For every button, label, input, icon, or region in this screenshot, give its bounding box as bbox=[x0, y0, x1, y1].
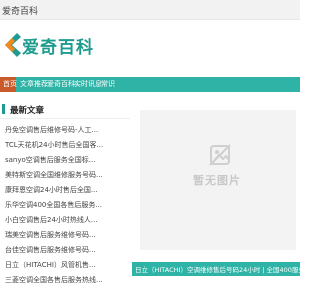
article-link[interactable]: 小白空调售后24小时热线人... bbox=[5, 215, 127, 225]
article-link[interactable]: 日立（HITACHI）风管机售... bbox=[5, 260, 127, 270]
no-image-icon bbox=[209, 144, 231, 166]
article-link[interactable]: 乐华空调400全国各售后服务... bbox=[5, 200, 127, 210]
article-link[interactable]: 瑞美空调售后服务维修号码... bbox=[5, 230, 127, 240]
article-link[interactable]: 康拜恩空调24小时售后全国... bbox=[5, 185, 127, 195]
nav-item-home[interactable]: 首页 bbox=[0, 77, 17, 92]
article-link[interactable]: 丹免空调售后维修号码-人工... bbox=[5, 125, 127, 135]
nav-item-knowledge[interactable]: 常识 bbox=[101, 77, 121, 92]
panel-divider bbox=[0, 118, 130, 119]
panel-title-accent bbox=[2, 104, 5, 114]
no-image-text: 暂无图片 bbox=[193, 174, 241, 187]
logo-text[interactable]: 爱奇百科 bbox=[22, 33, 94, 58]
logo-chevron-icon[interactable] bbox=[3, 32, 21, 58]
article-link[interactable]: sanyo空调售后服务全国标... bbox=[5, 155, 127, 165]
featured-headline-bar[interactable]: 日立（HITACHI）空调维修售后号码24小时 | 全国400服务点实时反馈-今… bbox=[132, 262, 300, 276]
top-bar: 爱奇百科 bbox=[0, 0, 300, 20]
article-link[interactable]: 三菱空调全国各售后服务热线... bbox=[5, 275, 127, 285]
top-site-name[interactable]: 爱奇百科 bbox=[2, 4, 38, 17]
main-nav: 首页 文章推荐 爱奇百科 实时讯息 常识 bbox=[0, 77, 300, 92]
featured-headline[interactable]: 日立（HITACHI）空调维修售后号码24小时 | 全国400服务点实时反馈-今… bbox=[135, 264, 300, 274]
article-link[interactable]: 台佳空调售后服务维修号码... bbox=[5, 245, 127, 255]
article-link[interactable]: TCL天花机24小时售后全国客... bbox=[5, 140, 127, 150]
latest-articles-title: 最新文章 bbox=[10, 106, 45, 116]
article-link[interactable]: 美特斯空调全国维修服务号码... bbox=[5, 170, 127, 180]
